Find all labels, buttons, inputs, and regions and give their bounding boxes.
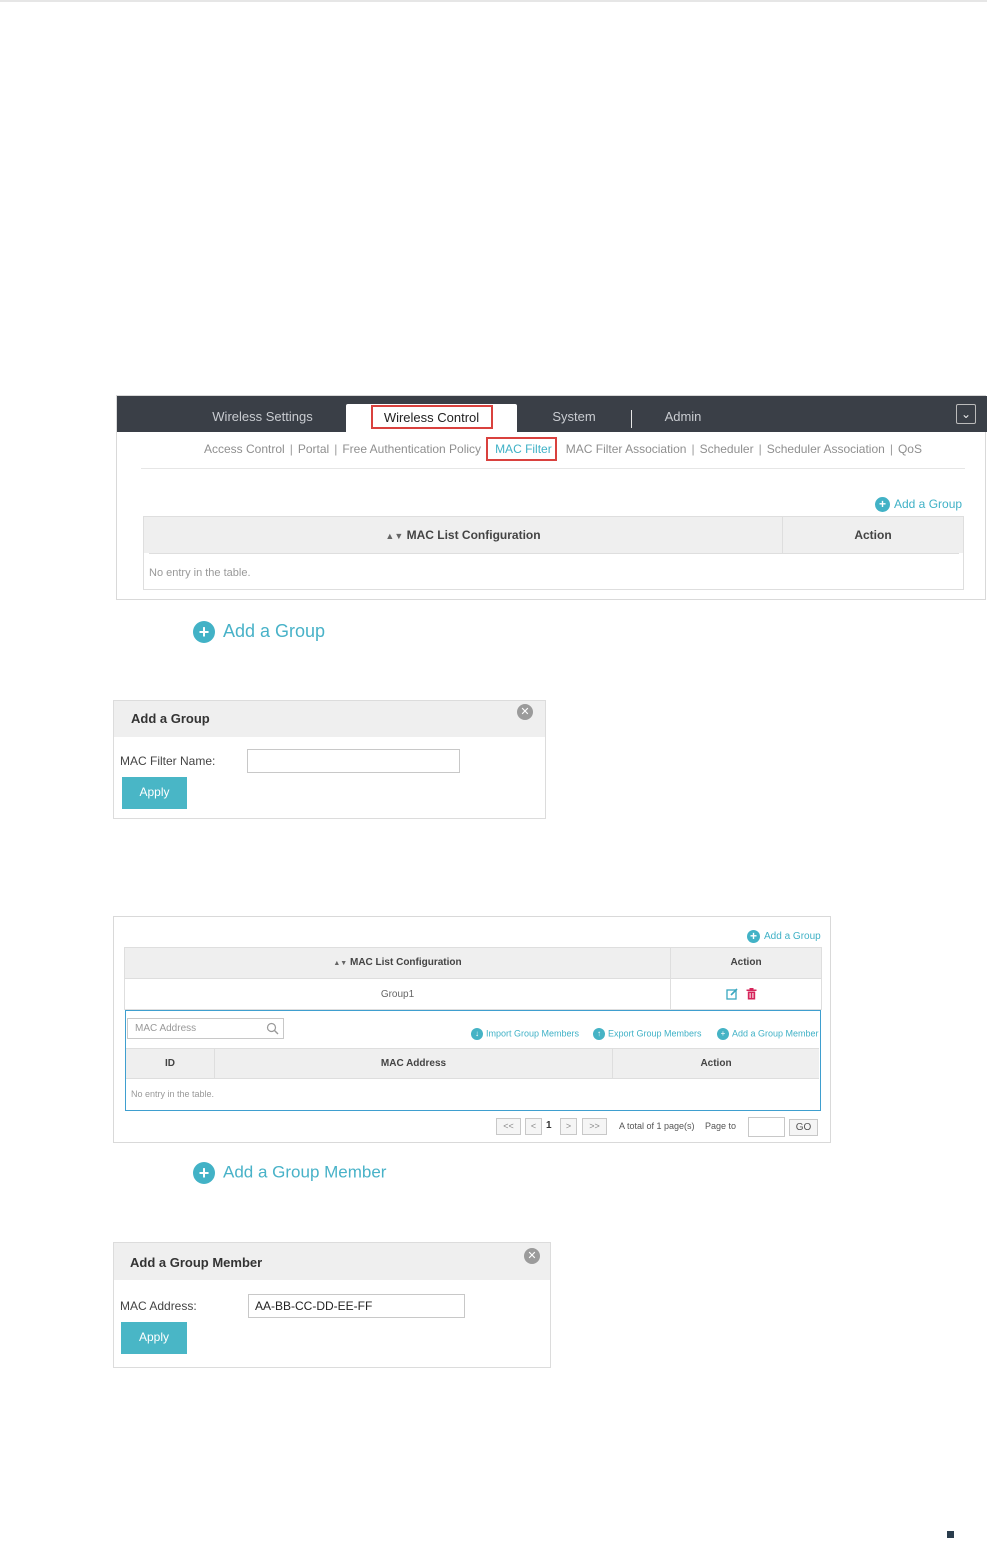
plus-circle-icon: +: [747, 930, 760, 943]
export-group-members-button[interactable]: ↑ Export Group Members: [593, 1028, 702, 1040]
edit-icon[interactable]: [726, 988, 738, 1000]
add-member-callout-label: Add a Group Member: [223, 1162, 387, 1182]
current-page: 1: [546, 1120, 552, 1131]
mac-address-label: MAC Address:: [120, 1299, 197, 1313]
col-header-id: ID: [126, 1049, 215, 1078]
plus-circle-icon: +: [193, 1162, 215, 1184]
mac-filter-name-label: MAC Filter Name:: [120, 754, 216, 768]
add-group-dialog: Add a Group ✕ MAC Filter Name: Apply: [113, 700, 546, 819]
page-corner-mark: [947, 1531, 954, 1538]
subnav-portal[interactable]: Portal: [298, 442, 329, 456]
search-icon[interactable]: [266, 1022, 279, 1035]
add-group-callout[interactable]: + Add a Group: [193, 621, 326, 644]
search-box[interactable]: MAC Address: [127, 1018, 284, 1039]
upload-icon: ↑: [593, 1028, 605, 1040]
mac-list-table: ▲▼ MAC List Configuration Action Group1: [124, 947, 822, 1010]
trash-icon[interactable]: [746, 988, 757, 1000]
export-label: Export Group Members: [608, 1028, 702, 1039]
col-header-action: Action: [700, 1058, 732, 1069]
chevron-down-icon[interactable]: ⌄: [956, 404, 976, 424]
plus-circle-icon: +: [193, 621, 215, 644]
add-group-member-dialog: Add a Group Member ✕ MAC Address: Apply: [113, 1242, 551, 1368]
subnav-access-control[interactable]: Access Control: [204, 442, 285, 456]
group-members-panel: MAC Address ↓ Import Group Members ↑ Expor…: [125, 1010, 821, 1111]
nav-separator: [631, 410, 632, 428]
search-input[interactable]: MAC Address: [135, 1023, 196, 1034]
mac-filter-page: Wireless Settings Wireless Control Syste…: [116, 395, 987, 600]
download-icon: ↓: [471, 1028, 483, 1040]
mac-filter-name-input[interactable]: [247, 749, 460, 773]
close-icon[interactable]: ✕: [524, 1248, 540, 1264]
dialog-title: Add a Group: [131, 711, 210, 726]
tab-wireless-control[interactable]: Wireless Control: [346, 404, 517, 432]
page-to-label: Page to: [705, 1121, 737, 1131]
empty-row: No entry in the table.: [149, 553, 959, 589]
first-page-button[interactable]: <<: [496, 1118, 521, 1135]
pagination: << < 1 > >> A total of 1 page(s) Page to…: [496, 1117, 826, 1138]
tab-system[interactable]: System: [535, 396, 613, 432]
tab-label: Wireless Control: [383, 410, 480, 425]
top-divider: [0, 0, 987, 2]
top-nav-bar: Wireless Settings Wireless Control Syste…: [117, 396, 987, 432]
sort-icon: ▲▼: [385, 531, 404, 541]
mac-list-table: ▲▼ MAC List Configuration Action No entr…: [143, 516, 964, 590]
subnav-scheduler-association[interactable]: Scheduler Association: [767, 442, 885, 456]
add-group-member-button[interactable]: + Add a Group Member: [717, 1028, 819, 1040]
subnav-scheduler[interactable]: Scheduler: [700, 442, 754, 456]
plus-circle-icon: +: [875, 497, 890, 513]
subnav-qos[interactable]: QoS: [898, 442, 922, 456]
go-button[interactable]: GO: [789, 1119, 818, 1136]
col-header-label: MAC List Configuration: [406, 528, 541, 542]
total-pages: A total of 1 page(s): [619, 1121, 695, 1131]
row-actions: [671, 978, 821, 1009]
empty-row: No entry in the table.: [131, 1089, 215, 1099]
last-page-button[interactable]: >>: [582, 1118, 607, 1135]
import-label: Import Group Members: [486, 1028, 580, 1039]
tab-admin[interactable]: Admin: [647, 396, 719, 432]
divider: [141, 468, 965, 469]
col-header-action: Action: [783, 517, 963, 553]
subnav-free-auth-policy[interactable]: Free Authentication Policy: [342, 442, 481, 456]
col-header-mac-list[interactable]: ▲▼ MAC List Configuration: [144, 517, 783, 553]
members-table-header: ID MAC Address Action: [126, 1048, 819, 1079]
add-group-label: Add a Group: [764, 931, 821, 943]
dialog-header: Add a Group Member ✕: [114, 1243, 550, 1280]
apply-button[interactable]: Apply: [122, 777, 187, 809]
col-header-action: Action: [671, 948, 821, 978]
col-header-label: MAC List Configuration: [349, 957, 462, 968]
apply-button[interactable]: Apply: [121, 1322, 187, 1354]
add-group-button[interactable]: + Add a Group: [747, 930, 821, 943]
sub-navigation: Access Control | Portal | Free Authenticatio…: [204, 437, 922, 461]
subnav-mac-filter[interactable]: MAC Filter: [486, 437, 558, 461]
dialog-title: Add a Group Member: [130, 1255, 263, 1270]
mac-address-input[interactable]: [248, 1294, 465, 1318]
col-header-mac-list[interactable]: ▲▼ MAC List Configuration: [125, 948, 671, 978]
add-group-callout-label: Add a Group: [223, 621, 326, 641]
group-name-cell: Group1: [125, 978, 671, 1009]
plus-circle-icon: +: [717, 1028, 729, 1040]
add-member-label: Add a Group Member: [732, 1028, 819, 1039]
add-group-button[interactable]: + Add a Group: [875, 497, 963, 513]
page-number-input[interactable]: [748, 1117, 785, 1137]
prev-page-button[interactable]: <: [525, 1118, 542, 1135]
add-group-label: Add a Group: [894, 497, 963, 511]
import-group-members-button[interactable]: ↓ Import Group Members: [471, 1028, 579, 1040]
highlight-box: [486, 437, 558, 461]
close-icon[interactable]: ✕: [517, 704, 533, 720]
add-group-member-callout[interactable]: + Add a Group Member: [193, 1162, 386, 1184]
next-page-button[interactable]: >: [560, 1118, 577, 1135]
sort-icon: ▲▼: [333, 960, 348, 967]
col-header-mac-address: MAC Address: [215, 1049, 613, 1078]
tab-wireless-settings[interactable]: Wireless Settings: [195, 396, 330, 432]
dialog-header: Add a Group ✕: [114, 701, 545, 737]
subnav-mac-filter-association[interactable]: MAC Filter Association: [566, 442, 687, 456]
group-members-page: + Add a Group ▲▼ MAC List Configuration A…: [113, 916, 831, 1143]
